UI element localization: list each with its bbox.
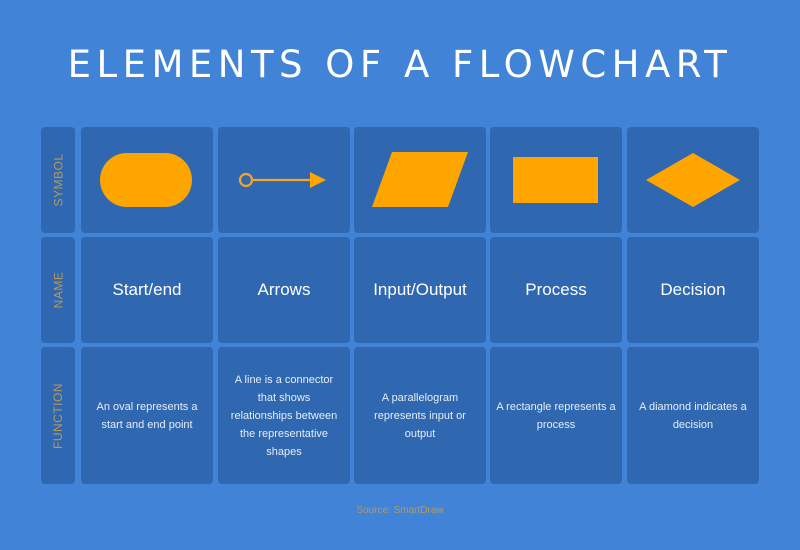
element-function: A line is a connector that shows relatio… [230,373,338,458]
element-name: Input/Output [373,280,467,299]
row-label-symbol-text: SYMBOL [51,153,66,207]
function-cell-arrows: A line is a connector that shows relatio… [218,347,350,484]
row-label-name-text: NAME [51,271,66,309]
rectangle-icon [513,157,598,203]
element-name: Arrows [257,280,311,299]
symbol-cell-arrows [218,127,350,233]
symbol-cell-process [490,127,622,233]
page-title: ELEMENTS OF A FLOWCHART [67,43,733,86]
element-name: Start/end [112,280,182,299]
oval-icon [100,153,192,207]
symbol-cell-start-end [81,127,213,233]
symbol-cell-input-output [354,127,486,233]
name-cell-start-end: Start/end [81,237,213,343]
function-cell-process: A rectangle represents a process [490,347,622,484]
diamond-icon [646,153,740,207]
row-label-symbol: SYMBOL [41,127,75,233]
parallelogram-icon [372,152,468,207]
function-cell-input-output: A parallelogram represents input or outp… [354,347,486,484]
row-label-function-text: FUNCTION [51,382,65,449]
name-cell-input-output: Input/Output [354,237,486,343]
element-function: A parallelogram represents input or outp… [374,391,466,440]
arrow-icon [238,172,326,188]
symbol-cell-decision [627,127,759,233]
row-label-name: NAME [41,237,75,343]
element-function: An oval represents a start and end point [96,400,198,431]
element-name: Process [525,280,587,299]
element-function: A diamond indicates a decision [639,400,747,431]
name-cell-arrows: Arrows [218,237,350,343]
row-label-function: FUNCTION [41,347,75,484]
source-note: Source: SmartDraw [356,505,444,516]
name-cell-process: Process [490,237,622,343]
function-cell-start-end: An oval represents a start and end point [81,347,213,484]
element-function: A rectangle represents a process [496,400,616,431]
element-name: Decision [660,280,726,299]
name-cell-decision: Decision [627,237,759,343]
function-cell-decision: A diamond indicates a decision [627,347,759,484]
